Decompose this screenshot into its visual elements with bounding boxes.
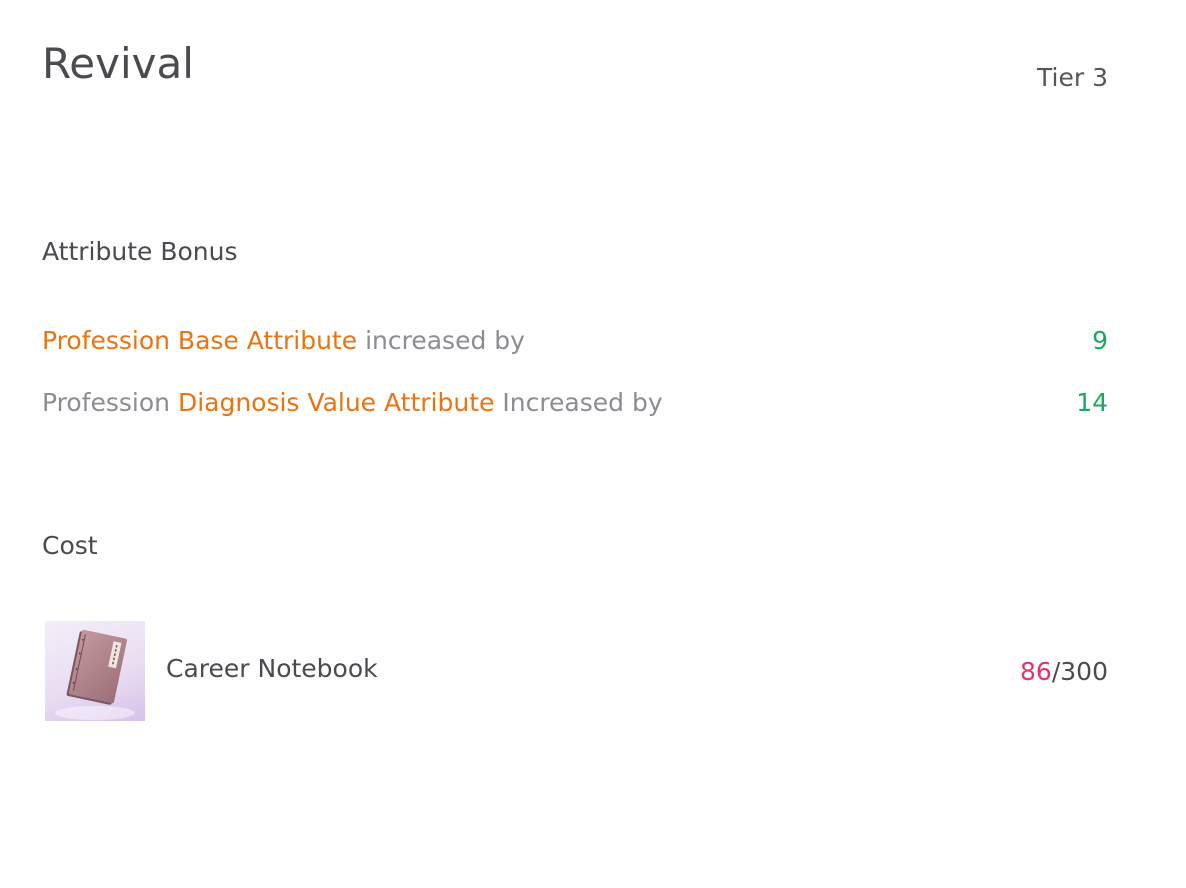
bonus-highlight: Diagnosis Value Attribute xyxy=(177,388,495,417)
notebook-icon[interactable] xyxy=(45,621,145,721)
item-count: 86/300 xyxy=(1020,654,1108,690)
item-count-owned: 86 xyxy=(1020,657,1052,686)
item-name: Career Notebook xyxy=(166,654,378,683)
bonus-suffix: Increased by xyxy=(502,388,663,417)
cost-item-row: Career Notebook 86/300 xyxy=(45,621,1108,721)
bonus-description: Profession Diagnosis Value Attribute Inc… xyxy=(42,385,663,421)
bonus-row-base-attribute: Profession Base Attribute increased by 9 xyxy=(42,323,1108,359)
bonus-description: Profession Base Attribute increased by xyxy=(42,323,525,359)
attribute-bonus-heading: Attribute Bonus xyxy=(42,237,238,266)
cost-heading: Cost xyxy=(42,531,98,560)
bonus-prefix: Profession xyxy=(42,388,170,417)
bonus-value: 14 xyxy=(1076,388,1108,417)
bonus-value: 9 xyxy=(1092,326,1108,355)
page-title: Revival xyxy=(42,39,194,88)
bonus-highlight: Profession Base Attribute xyxy=(42,326,358,355)
tier-label: Tier 3 xyxy=(1037,63,1108,92)
item-count-required: 300 xyxy=(1060,657,1108,686)
bonus-suffix: increased by xyxy=(365,326,525,355)
bonus-row-diagnosis-value: Profession Diagnosis Value Attribute Inc… xyxy=(42,385,1108,421)
